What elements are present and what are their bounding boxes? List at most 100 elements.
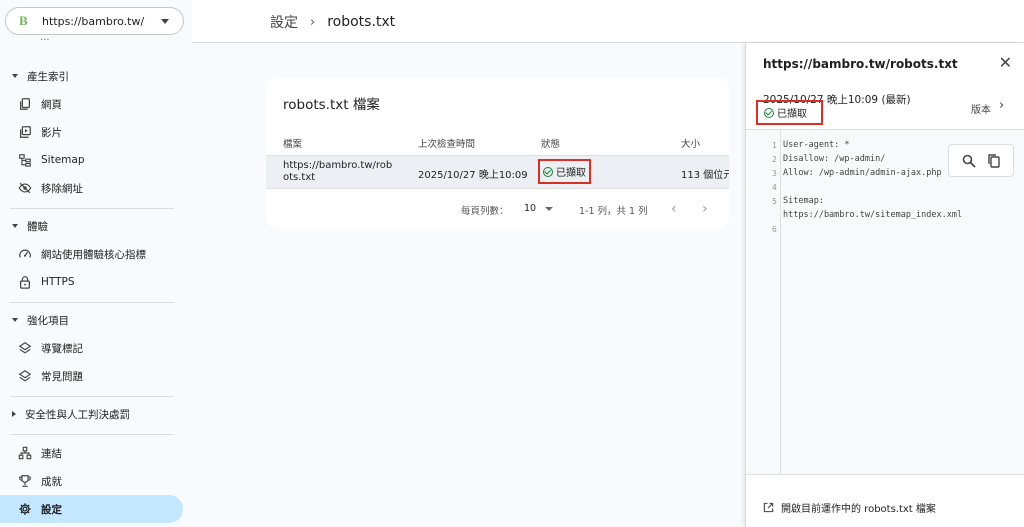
site-logo-icon: B xyxy=(19,13,28,28)
column-header-file: 檔案 xyxy=(283,139,303,150)
card-title: robots.txt 檔案 xyxy=(283,97,380,113)
sidebar-item-breadcrumbs[interactable]: 導覽標記 xyxy=(0,334,183,362)
expand-icon xyxy=(12,411,16,417)
open-live-robots-link[interactable]: 開啟目前運作中的 robots.txt 檔案 xyxy=(763,500,936,515)
layers-icon xyxy=(18,369,32,383)
sidebar-item-label: 網頁 xyxy=(41,98,62,111)
breadcrumb-settings-link[interactable]: 設定 xyxy=(270,12,298,32)
search-icon[interactable] xyxy=(961,153,977,169)
copy-icon[interactable] xyxy=(986,153,1002,169)
lock-icon xyxy=(18,275,32,289)
gauge-icon xyxy=(18,247,32,261)
sidebar-item-label: Sitemap xyxy=(41,154,85,166)
code-line: Sitemap: xyxy=(783,196,824,206)
section-label: 產生索引 xyxy=(27,70,69,83)
trophy-icon xyxy=(18,474,32,488)
sidebar-item-label: 導覽標記 xyxy=(41,342,83,355)
sitemap-icon xyxy=(18,153,32,167)
eye-off-icon xyxy=(18,181,32,195)
open-live-robots-label: 開啟目前運作中的 robots.txt 檔案 xyxy=(781,504,936,515)
next-page-button[interactable]: › xyxy=(702,201,708,217)
sidebar-item-label: 成就 xyxy=(41,475,62,488)
sidebar-item-faq[interactable]: 常見問題 xyxy=(0,362,183,390)
column-header-status: 狀態 xyxy=(541,139,561,150)
column-header-size: 大小 xyxy=(681,139,701,150)
breadcrumb-separator: › xyxy=(310,14,316,30)
column-header-checked: 上次檢查時間 xyxy=(418,139,476,150)
open-in-new-icon xyxy=(763,502,774,513)
section-experience-toggle[interactable]: 體驗 xyxy=(0,214,184,238)
pagination-range: 1-1 列，共 1 列 xyxy=(579,206,648,217)
collapse-icon xyxy=(12,318,18,322)
sidebar-item-label: 連結 xyxy=(41,447,62,460)
sidebar-divider xyxy=(10,208,174,209)
sidebar-item-label: 網站使用體驗核心指標 xyxy=(41,248,146,261)
robots-code-viewer: 1 User-agent: * 2 Disallow: /wp-admin/ 3… xyxy=(746,129,1024,475)
collapse-icon xyxy=(12,224,18,228)
video-icon xyxy=(18,125,32,139)
scrolled-off-item: ... xyxy=(40,36,50,43)
status-badge: 已擷取 xyxy=(538,159,591,184)
code-line: Allow: /wp-admin/admin-ajax.php xyxy=(783,168,942,178)
gear-icon xyxy=(18,502,32,516)
status-text: 已擷取 xyxy=(777,109,807,120)
layers-icon xyxy=(18,341,32,355)
main-content: robots.txt 檔案 檔案 上次檢查時間 狀態 大小 https://ba… xyxy=(192,43,745,527)
section-label: 體驗 xyxy=(27,220,48,233)
sidebar-item-settings[interactable]: 設定 xyxy=(0,495,183,523)
sidebar-item-label: 移除網址 xyxy=(41,182,83,195)
sidebar-item-core-web-vitals[interactable]: 網站使用體驗核心指標 xyxy=(0,240,183,268)
sidebar-item-label: 常見問題 xyxy=(41,370,83,383)
links-icon xyxy=(18,446,32,460)
code-line: https://bambro.tw/sitemap_index.xml xyxy=(783,210,963,220)
property-selector[interactable]: B https://bambro.tw/ xyxy=(5,7,184,35)
breadcrumb: 設定 › robots.txt xyxy=(270,12,395,32)
table-row[interactable]: https://bambro.tw/robots.txt 2025/10/27 … xyxy=(266,155,729,189)
chevron-right-icon[interactable]: › xyxy=(999,98,1004,113)
line-number: 6 xyxy=(772,225,777,234)
code-line: User-agent: * xyxy=(783,140,850,150)
size-cell: 113 個位元組 xyxy=(681,170,729,181)
panel-title: https://bambro.tw/robots.txt xyxy=(763,57,958,71)
check-circle-icon xyxy=(543,166,553,177)
line-number: 3 xyxy=(772,169,777,178)
status-badge: 已擷取 xyxy=(756,100,823,125)
sidebar-item-label: HTTPS xyxy=(41,276,75,288)
rows-per-page-select[interactable]: 10 xyxy=(524,203,536,214)
page-title: robots.txt xyxy=(327,14,396,30)
line-number: 4 xyxy=(772,183,777,192)
sidebar-item-label: 影片 xyxy=(41,126,62,139)
prev-page-button[interactable]: ‹ xyxy=(671,201,677,217)
line-number: 1 xyxy=(772,141,777,150)
sidebar: B https://bambro.tw/ ... 產生索引 網頁 影片 Site… xyxy=(0,0,192,527)
property-url: https://bambro.tw/ xyxy=(42,14,145,28)
line-number: 2 xyxy=(772,155,777,164)
sidebar-item-achievements[interactable]: 成就 xyxy=(0,467,183,495)
code-toolbar xyxy=(948,144,1014,177)
line-number: 5 xyxy=(772,197,777,206)
sidebar-item-videos[interactable]: 影片 xyxy=(0,118,183,146)
section-label: 安全性與人工判決處罰 xyxy=(25,408,130,421)
rows-per-page-label: 每頁列數： xyxy=(461,206,509,217)
sidebar-item-links[interactable]: 連結 xyxy=(0,439,183,467)
sidebar-item-https[interactable]: HTTPS xyxy=(0,268,183,296)
check-circle-icon xyxy=(764,107,774,118)
sidebar-item-pages[interactable]: 網頁 xyxy=(0,90,183,118)
pages-icon xyxy=(18,97,32,111)
top-bar: 設定 › robots.txt xyxy=(192,0,1024,43)
close-icon[interactable]: ✕ xyxy=(999,55,1012,71)
section-enhancements-toggle[interactable]: 強化項目 xyxy=(0,308,184,332)
caret-down-icon xyxy=(161,18,169,24)
version-button[interactable]: 版本 xyxy=(971,101,991,116)
code-line: Disallow: /wp-admin/ xyxy=(783,154,886,164)
line-number-gutter xyxy=(746,130,781,474)
section-label: 強化項目 xyxy=(27,314,69,327)
sidebar-item-removals[interactable]: 移除網址 xyxy=(0,174,183,202)
sidebar-item-label: 設定 xyxy=(41,503,62,516)
sidebar-item-sitemap[interactable]: Sitemap xyxy=(0,146,183,174)
section-index-toggle[interactable]: 產生索引 xyxy=(0,64,184,88)
robots-files-card: robots.txt 檔案 檔案 上次檢查時間 狀態 大小 https://ba… xyxy=(266,77,729,229)
robots-detail-panel: https://bambro.tw/robots.txt ✕ 2025/10/2… xyxy=(745,43,1024,527)
chevron-down-icon[interactable] xyxy=(545,207,553,211)
section-security-toggle[interactable]: 安全性與人工判決處罰 xyxy=(0,402,184,426)
